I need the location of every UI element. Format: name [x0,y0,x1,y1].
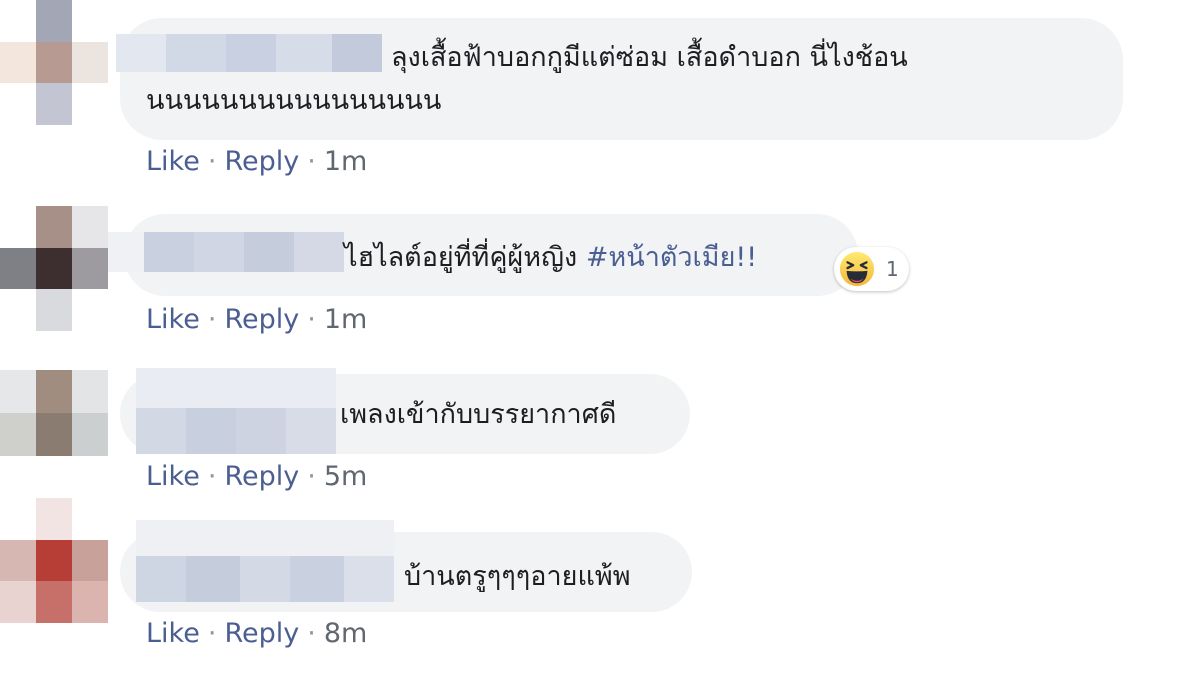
reply-link[interactable]: Reply [224,461,299,492]
comment-timestamp[interactable]: 8m [324,618,367,649]
commenter-avatar[interactable] [0,206,108,331]
comment-actions: Like · Reply · 5m [146,461,367,492]
comment-timestamp[interactable]: 1m [324,146,367,177]
hashtag-link[interactable]: #หน้าตัวเมีย!! [586,242,757,273]
comment-text: เพลงเข้ากับบรรยากาศดี [340,399,617,430]
comment-body: ไฮไลต์อยู่ที่ที่คู่ผู้หญิง [344,242,578,273]
comment-actions: Like · Reply · 8m [146,618,367,649]
commenter-avatar[interactable] [0,498,108,623]
redacted-commenter-name[interactable] [136,520,394,602]
comment-text: บ้านตรูๆๆๆอายแพ้พ [404,561,631,592]
comment-text: ไฮไลต์อยู่ที่ที่คู่ผู้หญิง #หน้าตัวเมีย!… [344,237,757,279]
separator-dot: · [207,146,217,177]
separator-dot: · [207,461,217,492]
comment-text-continued: นนนนนนนนนนนนนนนน [146,85,442,116]
separator-dot: · [307,618,316,649]
like-link[interactable]: Like [146,461,200,492]
separator-dot: · [307,146,316,177]
separator-dot: · [207,618,217,649]
comment-actions: Like · Reply · 1m [146,146,367,177]
reply-link[interactable]: Reply [224,146,299,177]
like-link[interactable]: Like [146,304,200,335]
reply-link[interactable]: Reply [224,304,299,335]
separator-dot: · [307,461,316,492]
comment-timestamp[interactable]: 1m [324,304,367,335]
haha-emoji-icon [839,251,875,287]
redacted-commenter-name[interactable] [136,368,336,454]
reply-link[interactable]: Reply [224,618,299,649]
redacted-commenter-name[interactable] [116,34,382,72]
separator-dot: · [307,304,316,335]
redacted-commenter-name[interactable] [108,232,344,272]
like-link[interactable]: Like [146,618,200,649]
commenter-avatar[interactable] [0,370,108,456]
comment-actions: Like · Reply · 1m [146,304,367,335]
comment-text: ลุงเสื้อฟ้าบอกกูมีแต่ซ่อม เสื้อดำบอก นี่… [391,42,908,73]
commenter-avatar[interactable] [0,0,108,125]
like-link[interactable]: Like [146,146,200,177]
separator-dot: · [207,304,217,335]
comment-timestamp[interactable]: 5m [324,461,367,492]
reaction-count: 1 [886,257,899,281]
reaction-summary[interactable]: 1 [834,247,909,291]
